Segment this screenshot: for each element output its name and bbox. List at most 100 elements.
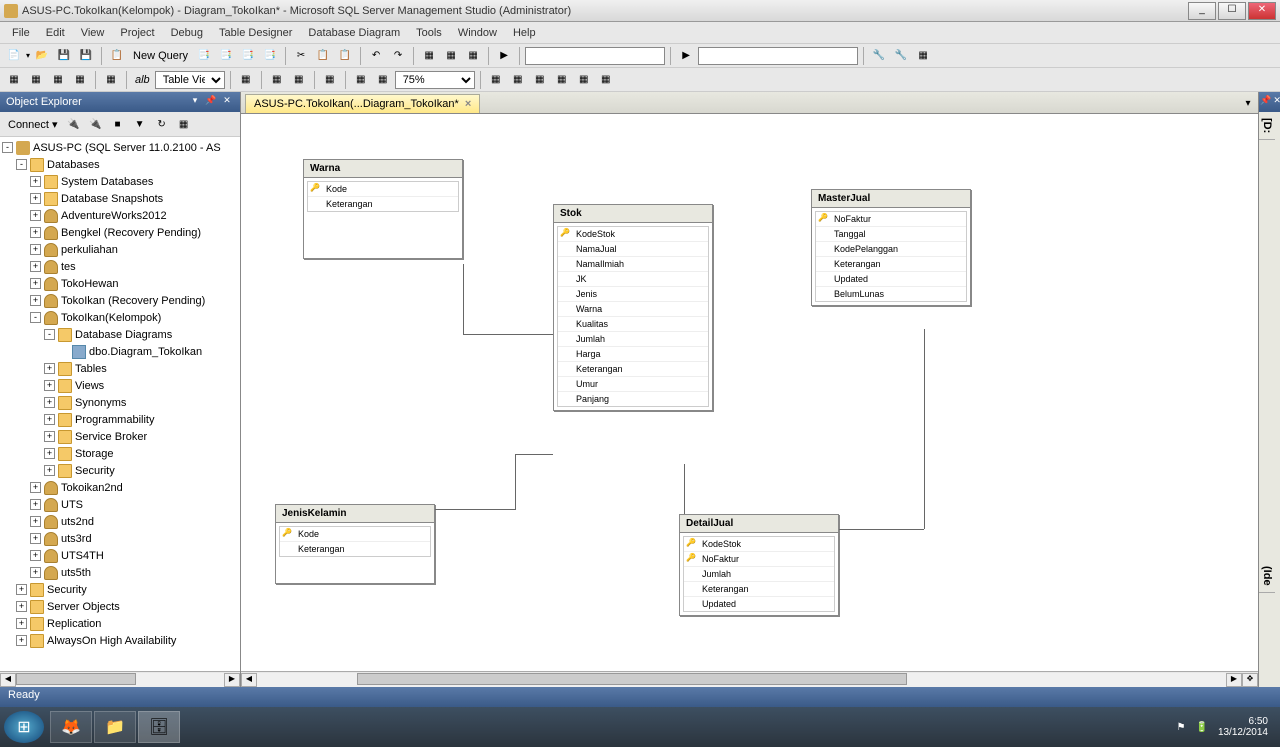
tray-flag-icon[interactable]: ⚑ <box>1177 722 1186 733</box>
pin-icon[interactable]: 📌 <box>204 95 218 109</box>
expand-icon[interactable]: + <box>16 635 27 646</box>
table-column[interactable]: Jenis <box>558 287 708 302</box>
table-detailjual[interactable]: DetailJual KodeStokNoFakturJumlahKeteran… <box>679 514 839 616</box>
td-icon-1[interactable]: ▦ <box>4 70 24 90</box>
pan-icon[interactable]: ✥ <box>1242 673 1258 687</box>
table-column[interactable]: Tanggal <box>816 227 966 242</box>
minimize-button[interactable]: _ <box>1188 2 1216 20</box>
table-column[interactable]: KodeStok <box>684 537 834 552</box>
expand-icon[interactable]: + <box>44 397 55 408</box>
expand-icon[interactable]: + <box>44 431 55 442</box>
open-icon[interactable]: 📂 <box>32 46 52 66</box>
scroll-left-icon[interactable]: ◀ <box>0 673 16 687</box>
tree-node[interactable]: +System Databases <box>0 173 240 190</box>
table-column[interactable]: Kode <box>308 182 458 197</box>
tree-node[interactable]: +TokoHewan <box>0 275 240 292</box>
tree-node[interactable]: +tes <box>0 258 240 275</box>
tree-node[interactable]: +Replication <box>0 615 240 632</box>
td-icon-17[interactable]: ▦ <box>596 70 616 90</box>
tb-icon-6[interactable]: ▦ <box>441 46 461 66</box>
table-column[interactable]: Keterangan <box>816 257 966 272</box>
database-selector[interactable] <box>525 47 665 65</box>
table-column[interactable]: Harga <box>558 347 708 362</box>
tb-icon-8[interactable]: ▶ <box>676 46 696 66</box>
td-icon-2[interactable]: ▦ <box>26 70 46 90</box>
td-icon-9[interactable]: ▦ <box>320 70 340 90</box>
properties-tab[interactable]: [D: <box>1259 112 1275 140</box>
td-icon-4[interactable]: ▦ <box>70 70 90 90</box>
tree-node[interactable]: +AdventureWorks2012 <box>0 207 240 224</box>
tree-server-node[interactable]: - ASUS-PC (SQL Server 11.0.2100 - AS <box>0 139 240 156</box>
conn-icon-1[interactable]: 🔌 <box>64 114 84 134</box>
menu-help[interactable]: Help <box>505 25 544 41</box>
tree-node[interactable]: dbo.Diagram_TokoIkan <box>0 343 240 360</box>
menu-table-designer[interactable]: Table Designer <box>211 25 300 41</box>
new-query-button[interactable]: New Query <box>129 50 192 62</box>
conn-icon-4[interactable]: ▦ <box>174 114 194 134</box>
table-column[interactable]: NamaJual <box>558 242 708 257</box>
expand-icon[interactable]: + <box>44 465 55 476</box>
system-tray[interactable]: ⚑ 🔋 6:50 13/12/2014 <box>1177 716 1276 738</box>
new-project-icon[interactable]: 📄 <box>4 46 24 66</box>
conn-icon-2[interactable]: 🔌 <box>86 114 106 134</box>
close-pane-icon[interactable]: ✕ <box>220 95 234 109</box>
paste-icon[interactable]: 📋 <box>335 46 355 66</box>
tabs-dropdown-icon[interactable]: ▾ <box>1238 93 1258 113</box>
tree-node[interactable]: +perkuliahan <box>0 241 240 258</box>
table-column[interactable]: BelumLunas <box>816 287 966 301</box>
tb-icon-7[interactable]: ▦ <box>463 46 483 66</box>
expand-icon[interactable]: + <box>30 567 41 578</box>
tree-node[interactable]: +AlwaysOn High Availability <box>0 632 240 649</box>
td-icon-15[interactable]: ▦ <box>552 70 572 90</box>
td-icon-8[interactable]: ▦ <box>289 70 309 90</box>
menu-tools[interactable]: Tools <box>408 25 450 41</box>
expand-icon[interactable]: - <box>30 312 41 323</box>
td-icon-16[interactable]: ▦ <box>574 70 594 90</box>
expand-icon[interactable]: + <box>30 295 41 306</box>
taskbar-firefox[interactable]: 🦊 <box>50 711 92 743</box>
expand-icon[interactable]: + <box>30 482 41 493</box>
table-column[interactable]: NamaIlmiah <box>558 257 708 272</box>
expand-icon[interactable]: + <box>30 516 41 527</box>
tree-node[interactable]: +UTS4TH <box>0 547 240 564</box>
menu-view[interactable]: View <box>73 25 113 41</box>
expand-icon[interactable]: + <box>30 176 41 187</box>
expand-icon[interactable]: + <box>30 244 41 255</box>
tb-icon-10[interactable]: 🔧 <box>891 46 911 66</box>
table-jeniskelamin[interactable]: JenisKelamin KodeKeterangan <box>275 504 435 584</box>
expand-icon[interactable]: + <box>16 601 27 612</box>
expand-icon[interactable]: + <box>30 550 41 561</box>
table-warna[interactable]: Warna KodeKeterangan <box>303 159 463 259</box>
tree-node[interactable]: -Database Diagrams <box>0 326 240 343</box>
canvas-hscroll[interactable]: ◀ ▶ ✥ <box>241 671 1258 687</box>
taskbar-explorer[interactable]: 📁 <box>94 711 136 743</box>
expand-icon[interactable]: + <box>44 380 55 391</box>
expand-icon[interactable]: + <box>44 448 55 459</box>
tb-icon-11[interactable]: ▦ <box>913 46 933 66</box>
tb-icon-4[interactable]: 📑 <box>260 46 280 66</box>
tree-node[interactable]: +Storage <box>0 445 240 462</box>
close-button[interactable]: ✕ <box>1248 2 1276 20</box>
td-icon-12[interactable]: ▦ <box>486 70 506 90</box>
dropdown-icon[interactable]: ▾ <box>188 95 202 109</box>
zoom-selector[interactable]: 75% <box>395 71 475 89</box>
maximize-button[interactable]: ☐ <box>1218 2 1246 20</box>
right-pane-close-icon[interactable]: ✕ <box>1273 95 1280 109</box>
new-query-icon[interactable]: 📋 <box>107 46 127 66</box>
tree-node[interactable]: +Security <box>0 581 240 598</box>
table-column[interactable]: Keterangan <box>684 582 834 597</box>
table-column[interactable]: Umur <box>558 377 708 392</box>
right-pane-pin-icon[interactable]: 📌 <box>1260 95 1271 109</box>
td-icon-3[interactable]: ▦ <box>48 70 68 90</box>
scroll-left-icon[interactable]: ◀ <box>241 673 257 687</box>
td-icon-14[interactable]: ▦ <box>530 70 550 90</box>
tree-node[interactable]: +Database Snapshots <box>0 190 240 207</box>
table-column[interactable]: Panjang <box>558 392 708 406</box>
expand-icon[interactable]: + <box>30 278 41 289</box>
expand-icon[interactable]: + <box>16 584 27 595</box>
menu-project[interactable]: Project <box>112 25 162 41</box>
menu-edit[interactable]: Edit <box>38 25 73 41</box>
tray-battery-icon[interactable]: 🔋 <box>1195 722 1207 733</box>
menu-debug[interactable]: Debug <box>163 25 211 41</box>
expand-icon[interactable]: + <box>30 193 41 204</box>
